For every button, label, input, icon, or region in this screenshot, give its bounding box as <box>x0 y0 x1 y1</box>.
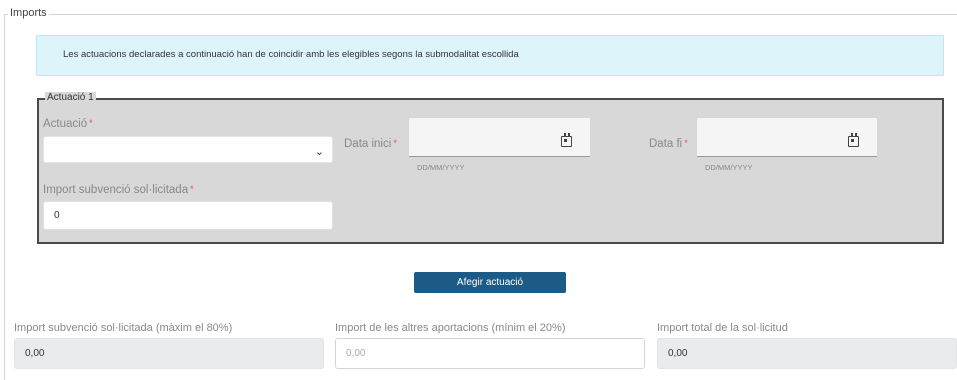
actuacio-select[interactable]: ⌄ <box>43 136 333 163</box>
required-mark: * <box>89 118 93 128</box>
altres-aportacions-input[interactable]: 0,00 <box>335 338 645 369</box>
import-total-field: 0,00 <box>657 338 957 369</box>
actuacio-legend: Actuació 1 <box>45 92 96 103</box>
imports-legend: Imports <box>8 7 49 19</box>
chevron-down-icon: ⌄ <box>314 146 324 158</box>
data-inici-hint: DD/MM/YYYY <box>417 163 465 172</box>
subvencio-total-label: Import subvenció sol·licitada (màxim el … <box>14 322 233 334</box>
calendar-icon[interactable] <box>848 133 859 147</box>
actuacio-panel: Actuació 1 Actuació * ⌄ Data inici * DD/MM… <box>37 92 944 244</box>
data-inici-label: Data inici * <box>344 138 397 150</box>
import-total-label: Import total de la sol·licitud <box>657 322 788 334</box>
add-actuacio-button[interactable]: Afegir actuació <box>414 272 566 293</box>
import-subvencio-label: Import subvenció sol·licitada * <box>43 184 194 196</box>
data-inici-input[interactable] <box>409 118 590 157</box>
required-mark: * <box>190 184 194 194</box>
import-subvencio-input[interactable]: 0 <box>43 201 333 230</box>
required-mark: * <box>393 138 397 148</box>
required-mark: * <box>684 138 688 148</box>
altres-aportacions-label: Import de les altres aportacions (mínim … <box>335 322 566 334</box>
data-fi-input[interactable] <box>697 118 877 157</box>
actuacio-label: Actuació * <box>43 118 93 130</box>
info-text: Les actuacions declarades a continuació … <box>63 49 519 60</box>
data-fi-hint: DD/MM/YYYY <box>705 163 753 172</box>
info-box: Les actuacions declarades a continuació … <box>36 35 944 76</box>
calendar-icon[interactable] <box>561 133 572 147</box>
data-fi-label: Data fi * <box>649 138 688 150</box>
subvencio-total-field: 0,00 <box>14 338 324 369</box>
